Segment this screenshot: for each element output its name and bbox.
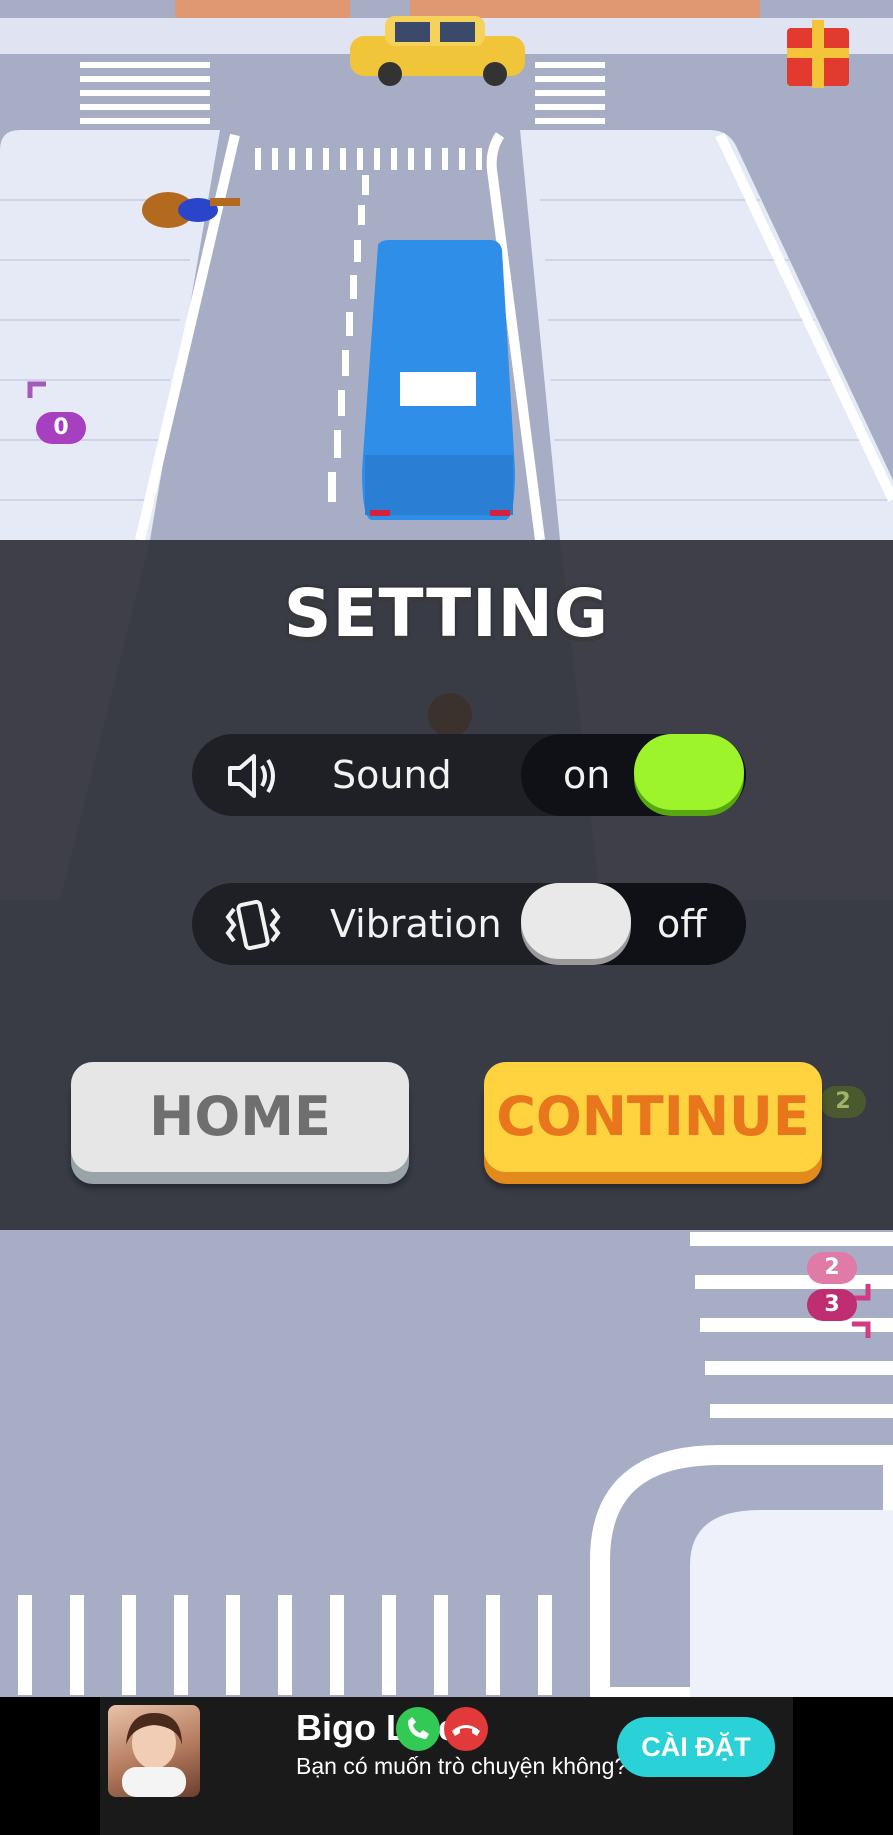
vibration-toggle-knob (521, 883, 631, 959)
player-count-badge: 2 (820, 1086, 866, 1118)
ad-banner[interactable]: Bigo Live Bạn có muốn trò chuyện không? … (0, 1697, 893, 1835)
ad-install-button[interactable]: CÀI ĐẶT (617, 1717, 775, 1777)
sound-toggle-knob (634, 734, 744, 810)
sound-state-label: on (563, 753, 611, 797)
ad-subtitle: Bạn có muốn trò chuyện không? (296, 1753, 628, 1779)
player-count-badge: 2 (807, 1252, 857, 1284)
vibration-state-label: off (657, 902, 707, 946)
speaker-icon (224, 748, 280, 804)
bus (362, 240, 515, 520)
ad-avatar (108, 1705, 200, 1797)
vibration-label: Vibration (330, 902, 502, 946)
vibration-setting-row: Vibration off (192, 883, 746, 965)
vibration-toggle[interactable]: off (521, 883, 746, 965)
sound-label: Sound (332, 753, 452, 797)
player-count-badge: 3 (807, 1289, 857, 1321)
phone-decline-icon (444, 1707, 488, 1751)
ad-content: Bigo Live Bạn có muốn trò chuyện không? … (100, 1697, 793, 1835)
sound-toggle[interactable]: on (521, 734, 746, 816)
settings-title: SETTING (283, 575, 610, 652)
player-count-badge: 0 (36, 412, 86, 444)
continue-button[interactable]: CONTINUE (484, 1062, 822, 1172)
gift-icon (787, 20, 849, 88)
sound-setting-row: Sound on (192, 734, 746, 816)
home-button[interactable]: HOME (71, 1062, 409, 1172)
vibration-icon (222, 897, 281, 953)
phone-accept-icon (396, 1707, 440, 1751)
